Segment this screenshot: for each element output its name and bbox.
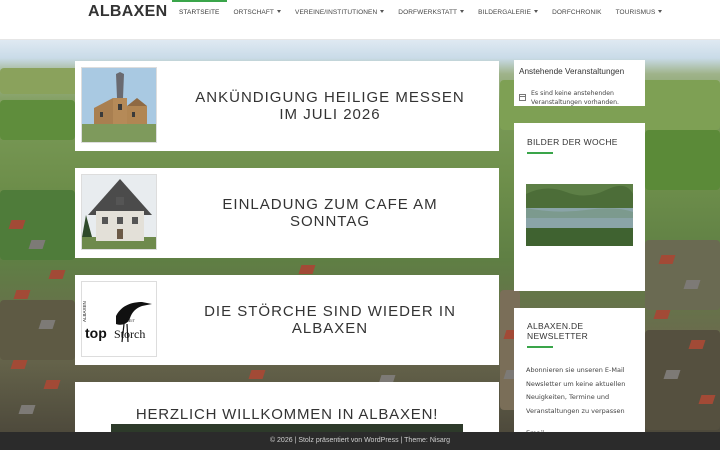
post-card: ANKÜNDIGUNG HEILIGE MESSEN IM JULI 2026 — [75, 61, 499, 151]
nav-item-dorfwerkstatt[interactable]: DORFWERKSTATT — [391, 0, 471, 26]
site-footer: © 2026 | Stolz präsentiert von WordPress… — [0, 432, 720, 450]
title-underline — [527, 346, 553, 348]
newsletter-description: Abonnieren sie unseren E-Mail Newsletter… — [526, 366, 626, 415]
main-navigation: STARTSEITE ORTSCHAFT VEREINE/INSTITUTION… — [172, 0, 669, 30]
site-logo[interactable]: ALBAXEN — [88, 3, 167, 21]
welcome-title: HERZLICH WILLKOMMEN IN ALBAXEN! — [135, 406, 439, 423]
chevron-down-icon — [460, 10, 465, 13]
site-header: ALBAXEN STARTSEITE ORTSCHAFT VEREINE/INS… — [0, 0, 720, 40]
nav-item-ortschaft[interactable]: ORTSCHAFT — [227, 0, 289, 26]
post-title[interactable]: ANKÜNDIGUNG HEILIGE MESSEN IM JULI 2026 — [185, 61, 475, 151]
nav-item-vereine[interactable]: VEREINE/INSTITUTIONEN — [288, 0, 391, 26]
widget-title: ALBAXEN.DE NEWSLETTER — [527, 321, 589, 341]
svg-text:ALBAXEN: ALBAXEN — [82, 301, 87, 322]
chevron-down-icon — [380, 10, 385, 13]
svg-text:top: top — [85, 325, 107, 341]
widget-title: BILDER DER WOCHE — [527, 137, 618, 147]
events-empty-text: Es sind keine anstehenden Veranstaltunge… — [531, 90, 620, 106]
chevron-down-icon — [277, 10, 282, 13]
post-title[interactable]: EINLADUNG ZUM CAFE AM SONNTAG — [185, 168, 475, 258]
nav-item-tourismus[interactable]: TOURISMUS — [609, 0, 670, 26]
widget-title: Anstehende Veranstaltungen — [519, 67, 625, 76]
calendar-icon — [519, 94, 526, 101]
nav-item-startseite[interactable]: STARTSEITE — [172, 0, 227, 26]
post-title[interactable]: DIE STÖRCHE SIND WIEDER IN ALBAXEN — [185, 275, 475, 365]
chevron-down-icon — [658, 10, 663, 13]
post-card: ALBAXEN SEIT top Storch DIE STÖRCHE SIND… — [75, 275, 499, 365]
svg-text:SEIT: SEIT — [126, 318, 135, 323]
top-storch-logo-thumbnail[interactable]: ALBAXEN SEIT top Storch — [81, 281, 157, 357]
gallery-image-lake[interactable] — [526, 184, 633, 246]
footer-text[interactable]: © 2026 | Stolz präsentiert von WordPress… — [270, 437, 450, 444]
title-underline — [527, 152, 553, 154]
post-card: EINLADUNG ZUM CAFE AM SONNTAG — [75, 168, 499, 258]
nav-item-bildergalerie[interactable]: BILDERGALERIE — [471, 0, 545, 26]
chevron-down-icon — [534, 10, 539, 13]
house-thumbnail[interactable] — [81, 174, 157, 250]
svg-text:Storch: Storch — [114, 327, 145, 341]
events-widget: Anstehende Veranstaltungen Es sind keine… — [514, 60, 645, 106]
church-tower-thumbnail[interactable] — [81, 67, 157, 143]
gallery-widget: BILDER DER WOCHE — [514, 123, 645, 291]
newsletter-widget: ALBAXEN.DE NEWSLETTER Abonnieren sie uns… — [514, 308, 645, 437]
nav-item-dorfchronik[interactable]: DORFCHRONIK — [545, 0, 609, 26]
